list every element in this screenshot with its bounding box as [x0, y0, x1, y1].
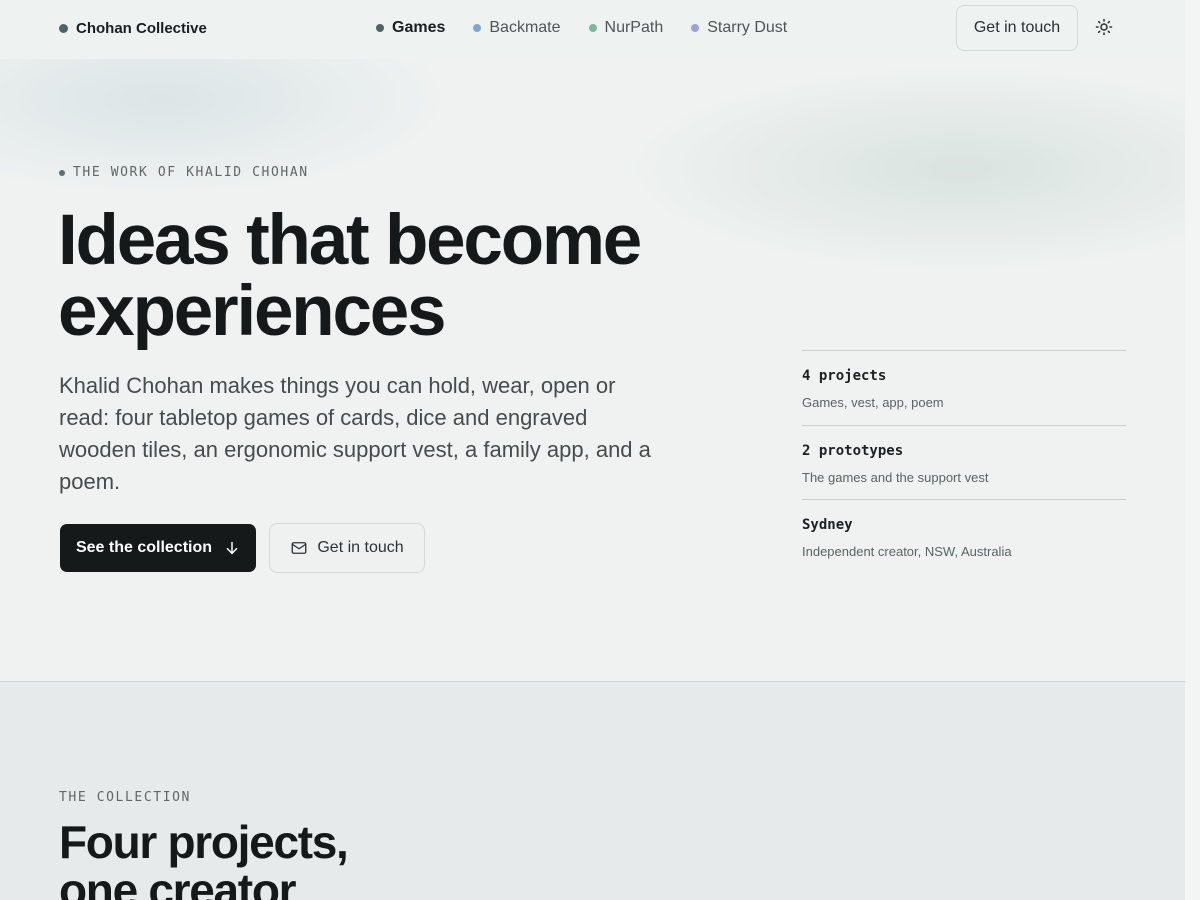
- nav-item-label: Starry Dust: [707, 19, 788, 36]
- nav-item-nurpath[interactable]: NurPath: [588, 18, 664, 38]
- hero-headline: Ideas that become experiences: [58, 205, 778, 347]
- mail-icon: [291, 542, 307, 554]
- nav-item-games[interactable]: Games: [376, 18, 445, 38]
- stat-item: Sydney Independent creator, NSW, Austral…: [802, 499, 1126, 574]
- collection-section: THE COLLECTION Four projects, one creato…: [0, 682, 1185, 900]
- page: Chohan Collective Games Backmate NurPath…: [0, 0, 1185, 900]
- nav-item-label: Backmate: [489, 19, 561, 36]
- top-navigation-bar: Chohan Collective Games Backmate NurPath…: [0, 0, 1185, 59]
- nav-dot-icon: [473, 24, 482, 32]
- main-nav: Games Backmate NurPath Starry Dust: [376, 18, 787, 38]
- nav-item-backmate[interactable]: Backmate: [473, 18, 561, 38]
- stat-subtitle: Independent creator, NSW, Australia: [802, 544, 1012, 559]
- brand-name: Chohan Collective: [76, 19, 207, 37]
- collection-title-line-2: one creator: [59, 864, 297, 900]
- nav-item-starry-dust[interactable]: Starry Dust: [691, 18, 787, 38]
- hero-get-in-touch-button[interactable]: Get in touch: [269, 523, 425, 573]
- nav-dot-icon: [376, 24, 384, 32]
- brand-logo[interactable]: Chohan Collective: [59, 19, 207, 37]
- hero-stats-list: 4 projects Games, vest, app, poem 2 prot…: [802, 350, 1126, 574]
- brand-dot-icon: [59, 23, 68, 33]
- theme-toggle-button[interactable]: [1092, 15, 1116, 39]
- stat-title: Sydney: [802, 517, 853, 533]
- nav-item-label: Games: [392, 19, 446, 36]
- nav-dot-icon: [691, 24, 700, 32]
- get-in-touch-label: Get in touch: [317, 539, 404, 556]
- sun-icon: [1095, 18, 1113, 36]
- hero-description: Khalid Chohan makes things you can hold,…: [59, 373, 651, 494]
- header-get-in-touch-button[interactable]: Get in touch: [956, 5, 1078, 51]
- nav-item-label: NurPath: [604, 19, 664, 36]
- see-collection-label: See the collection: [75, 539, 213, 556]
- page-scrollbar[interactable]: [1185, 0, 1200, 900]
- stat-item: 2 prototypes The games and the support v…: [802, 424, 1126, 500]
- arrow-down-icon: [226, 541, 238, 555]
- stat-subtitle: Games, vest, app, poem: [802, 395, 944, 410]
- stat-item: 4 projects Games, vest, app, poem: [802, 350, 1126, 425]
- stat-title: 4 projects: [802, 368, 887, 384]
- headline-line-1: Ideas that become: [58, 201, 642, 280]
- collection-title: Four projects, one creator: [59, 818, 559, 900]
- eyebrow-dot-icon: [59, 169, 65, 176]
- collection-eyebrow: THE COLLECTION: [59, 790, 191, 805]
- headline-line-2: experiences: [58, 272, 447, 351]
- hero-eyebrow: THE WORK OF KHALID CHOHAN: [59, 165, 309, 180]
- see-collection-button[interactable]: See the collection: [60, 524, 256, 572]
- nav-dot-icon: [588, 24, 597, 32]
- stat-title: 2 prototypes: [802, 442, 904, 459]
- hero-eyebrow-text: THE WORK OF KHALID CHOHAN: [73, 165, 309, 180]
- collection-title-line-1: Four projects,: [59, 816, 349, 868]
- stat-subtitle: The games and the support vest: [802, 469, 989, 485]
